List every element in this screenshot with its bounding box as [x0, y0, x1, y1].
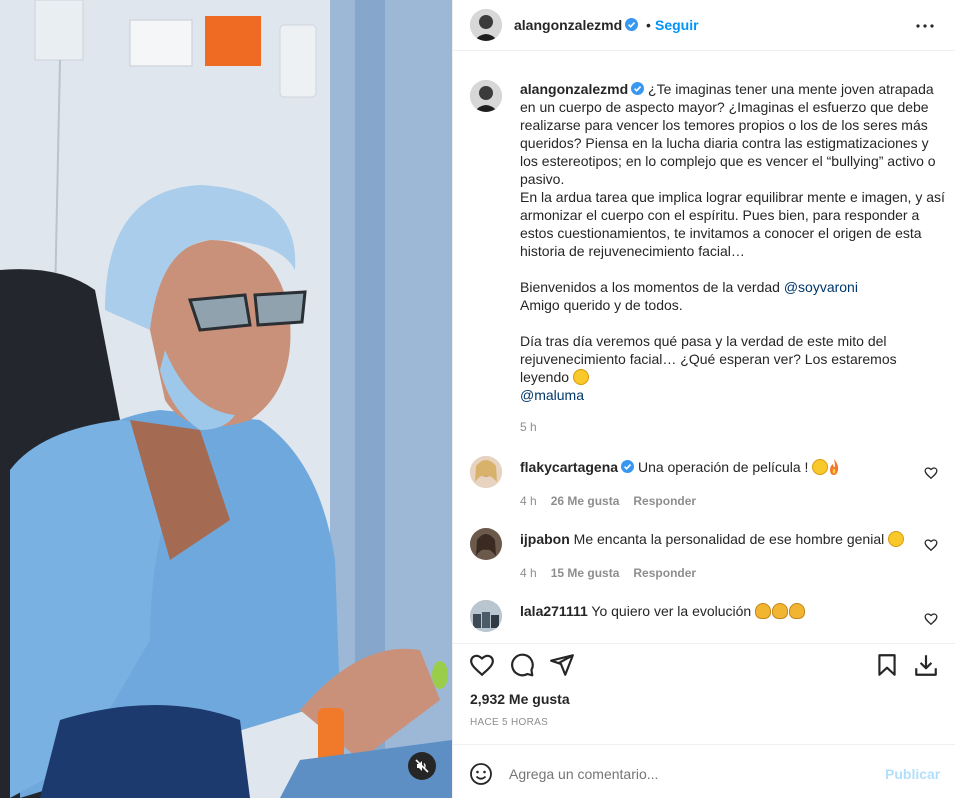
likes-count[interactable]: 2,932 Me gusta — [470, 691, 570, 707]
grin-emoji-icon — [888, 531, 905, 547]
comment-item: lala271111 Yo quiero ver la evolución — [453, 600, 955, 642]
post-actions-bar — [453, 643, 955, 683]
comment-body: ijpabon Me encanta la personalidad de es… — [520, 530, 910, 548]
share-icon[interactable] — [549, 652, 575, 678]
commenter-avatar[interactable] — [470, 600, 502, 632]
mute-button[interactable] — [408, 752, 436, 780]
caption-paragraph-5: Día tras día veremos qué pasa y la verda… — [520, 332, 945, 386]
comment-icon[interactable] — [509, 652, 535, 678]
caption-username[interactable]: alangonzalezmd — [520, 81, 628, 97]
comment-meta: 4 h 15 Me gusta Responder — [520, 566, 710, 580]
author-username-text[interactable]: alangonzalezmd — [514, 17, 622, 33]
heart-icon[interactable] — [469, 652, 495, 678]
comment-text: Me encanta la personalidad de ese hombre… — [573, 531, 885, 547]
commenter-avatar[interactable] — [470, 456, 502, 488]
more-options-icon[interactable] — [913, 14, 937, 38]
post-caption: alangonzalezmd ¿Te imaginas tener una me… — [520, 80, 945, 404]
caption-paragraph-4: Amigo querido y de todos. — [520, 297, 683, 313]
caption-paragraph-2: En la ardua tarea que implica lograr equ… — [520, 189, 945, 259]
clapping-emoji-icon — [789, 603, 806, 619]
download-icon[interactable] — [913, 652, 939, 678]
post-sidebar: alangonzalezmd • Seguir alangonzalezmd ¿… — [452, 0, 955, 798]
bookmark-icon[interactable] — [874, 652, 900, 678]
author-avatar[interactable] — [470, 9, 502, 41]
comment-body: flakycartagena Una operación de película… — [520, 458, 910, 476]
add-comment-bar: Publicar — [453, 744, 955, 798]
reply-button[interactable]: Responder — [633, 494, 696, 508]
post-photo[interactable] — [0, 0, 452, 798]
comment-meta: 4 h 26 Me gusta Responder — [520, 494, 710, 508]
follow-button[interactable]: Seguir — [655, 17, 699, 33]
mention-link[interactable]: @soyvaroni — [784, 279, 858, 295]
header-separator: • — [646, 17, 651, 33]
caption-paragraph-6: @maluma — [520, 386, 945, 404]
laughing-emoji-icon — [812, 459, 829, 475]
comment-heart-icon[interactable] — [924, 538, 938, 552]
publish-button[interactable]: Publicar — [885, 766, 940, 782]
grin-emoji-icon — [572, 369, 589, 385]
reply-button[interactable]: Responder — [633, 566, 696, 580]
post-date[interactable]: HACE 5 HORAS — [470, 717, 548, 728]
comment-item: flakycartagena Una operación de película… — [453, 456, 955, 516]
comment-text: Una operación de película ! — [637, 459, 809, 475]
caption-author-avatar[interactable] — [470, 80, 502, 112]
caption-paragraph-1: alangonzalezmd ¿Te imaginas tener una me… — [520, 80, 945, 188]
comment-input[interactable] — [509, 766, 869, 782]
comment-text: Yo quiero ver la evolución — [591, 603, 752, 619]
commenter-avatar[interactable] — [470, 528, 502, 560]
comment-likes[interactable]: 15 Me gusta — [551, 566, 620, 580]
muted-speaker-icon — [415, 759, 429, 773]
comment-body: lala271111 Yo quiero ver la evolución — [520, 602, 910, 620]
fire-emoji-icon — [830, 459, 839, 475]
comment-heart-icon[interactable] — [924, 466, 938, 480]
photo-scene — [0, 0, 452, 798]
clapping-emoji-icon — [772, 603, 789, 619]
comment-heart-icon[interactable] — [924, 612, 938, 626]
clapping-emoji-icon — [755, 603, 772, 619]
post-header: alangonzalezmd • Seguir — [453, 0, 955, 51]
comment-item: ijpabon Me encanta la personalidad de es… — [453, 528, 955, 588]
commenter-username[interactable]: flakycartagena — [520, 459, 618, 475]
comment-likes[interactable]: 26 Me gusta — [551, 494, 620, 508]
verified-badge-icon — [625, 18, 639, 31]
mention-link[interactable]: @maluma — [520, 387, 584, 403]
caption-timestamp[interactable]: 5 h — [520, 420, 537, 434]
commenter-username[interactable]: ijpabon — [520, 531, 570, 547]
verified-badge-icon — [631, 82, 645, 95]
comment-time[interactable]: 4 h — [520, 494, 537, 508]
instagram-post-window: alangonzalezmd • Seguir alangonzalezmd ¿… — [0, 0, 955, 798]
commenter-username[interactable]: lala271111 — [520, 603, 588, 619]
emoji-icon[interactable] — [469, 762, 493, 786]
caption-paragraph-3: Bienvenidos a los momentos de la verdad … — [520, 278, 945, 296]
caption-text-3: Bienvenidos a los momentos de la verdad — [520, 279, 784, 295]
verified-badge-icon — [621, 460, 635, 473]
comment-time[interactable]: 4 h — [520, 566, 537, 580]
comments-scroll-area[interactable]: alangonzalezmd ¿Te imaginas tener una me… — [453, 52, 955, 642]
author-username[interactable]: alangonzalezmd — [514, 17, 639, 33]
